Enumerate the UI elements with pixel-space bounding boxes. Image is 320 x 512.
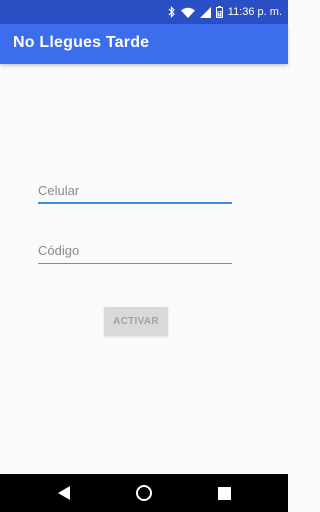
navigation-bar (0, 474, 288, 512)
wifi-icon (180, 7, 195, 18)
celular-input[interactable] (38, 180, 232, 204)
status-bar: 11:36 p. m. (0, 0, 288, 24)
recents-icon[interactable] (213, 482, 235, 504)
signal-icon (199, 6, 211, 18)
codigo-input[interactable] (38, 240, 232, 264)
bluetooth-icon (168, 6, 176, 18)
activar-button[interactable]: ACTIVAR (104, 307, 168, 336)
status-time: 11:36 p. m. (227, 6, 282, 18)
app-title: No Llegues Tarde (13, 34, 150, 51)
home-icon[interactable] (133, 482, 155, 504)
app-bar: No Llegues Tarde (0, 24, 288, 64)
battery-icon (215, 6, 223, 18)
back-icon[interactable] (53, 482, 75, 504)
